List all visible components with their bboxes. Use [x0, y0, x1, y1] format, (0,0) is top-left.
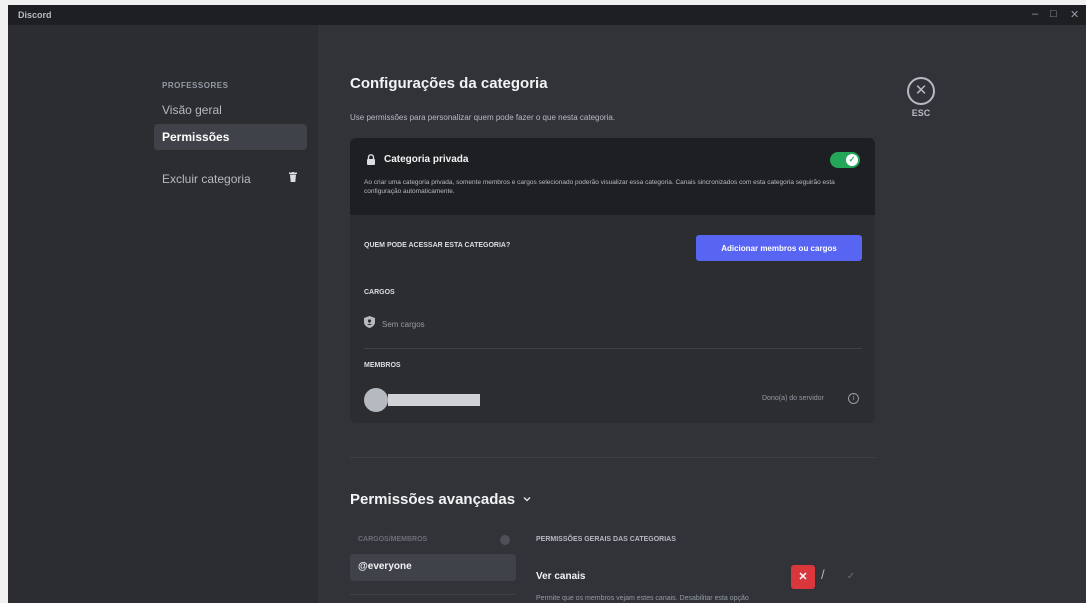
- roles-members-header: CARGOS/MEMBROS: [358, 536, 428, 543]
- add-members-or-roles-button[interactable]: Adicionar membros ou cargos: [696, 235, 862, 261]
- roles-label: CARGOS: [364, 289, 395, 296]
- check-icon: ✓: [846, 154, 858, 166]
- page-title: Configurações da categoria: [350, 75, 548, 92]
- page-subtitle: Use permissões para personalizar quem po…: [350, 113, 616, 122]
- settings-sidebar: PROFESSORES Visão geral Permissões Exclu…: [8, 25, 318, 603]
- private-category-title: Categoria privada: [384, 154, 469, 165]
- title-bar: Discord – □ ✕: [8, 5, 1086, 25]
- avatar: [364, 388, 388, 412]
- sidebar-item-delete-category[interactable]: Excluir categoria: [154, 166, 307, 192]
- discord-window: Discord – □ ✕ PROFESSORES Visão geral Pe…: [8, 5, 1086, 603]
- allow-button[interactable]: ✓: [839, 565, 863, 589]
- chevron-down-icon[interactable]: [521, 493, 533, 505]
- private-category-card: Categoria privada Ao criar uma categoria…: [350, 138, 875, 423]
- trash-icon: [289, 172, 297, 182]
- lock-icon: [367, 154, 375, 165]
- section-divider: [350, 457, 875, 458]
- role-item-everyone[interactable]: @everyone: [350, 554, 516, 581]
- private-category-header: Categoria privada Ao criar uma categoria…: [350, 138, 875, 215]
- minimize-button[interactable]: –: [1032, 8, 1038, 20]
- app-name: Discord: [18, 10, 52, 20]
- no-roles-text: Sem cargos: [382, 320, 425, 329]
- deny-button[interactable]: ✕: [791, 565, 815, 589]
- sidebar-item-permissions[interactable]: Permissões: [154, 124, 307, 150]
- general-permissions-header: PERMISSÕES GERAIS DAS CATEGORIAS: [536, 536, 676, 543]
- divider: [364, 348, 862, 349]
- members-label: MEMBROS: [364, 362, 401, 369]
- neutral-button[interactable]: /: [821, 567, 825, 582]
- esc-label: ESC: [911, 108, 931, 118]
- advanced-permissions-title: Permissões avançadas: [350, 491, 516, 508]
- info-icon[interactable]: i: [848, 393, 859, 404]
- sidebar-header: PROFESSORES: [162, 81, 229, 90]
- permission-description: Permite que os membros vejam estes canai…: [536, 595, 749, 602]
- close-icon: ✕: [907, 77, 935, 105]
- close-settings-button[interactable]: ✕ ESC: [906, 77, 936, 118]
- access-label: QUEM PODE ACESSAR ESTA CATEGORIA?: [364, 242, 511, 249]
- sidebar-item-label: Visão geral: [162, 103, 222, 117]
- member-name-redacted: [388, 394, 480, 406]
- sidebar-item-label: Permissões: [162, 130, 230, 144]
- maximize-button[interactable]: □: [1050, 8, 1057, 20]
- shield-icon: [364, 316, 375, 328]
- server-owner-label: Dono(a) do servidor: [762, 395, 824, 402]
- private-category-description: Ao criar uma categoria privada, somente …: [364, 179, 835, 195]
- add-role-icon[interactable]: [500, 535, 510, 545]
- private-category-toggle[interactable]: ✓: [830, 152, 860, 168]
- divider: [350, 594, 516, 595]
- close-window-button[interactable]: ✕: [1070, 8, 1079, 21]
- permission-name: Ver canais: [536, 571, 586, 582]
- sidebar-item-overview[interactable]: Visão geral: [154, 97, 307, 123]
- sidebar-item-label: Excluir categoria: [162, 172, 251, 186]
